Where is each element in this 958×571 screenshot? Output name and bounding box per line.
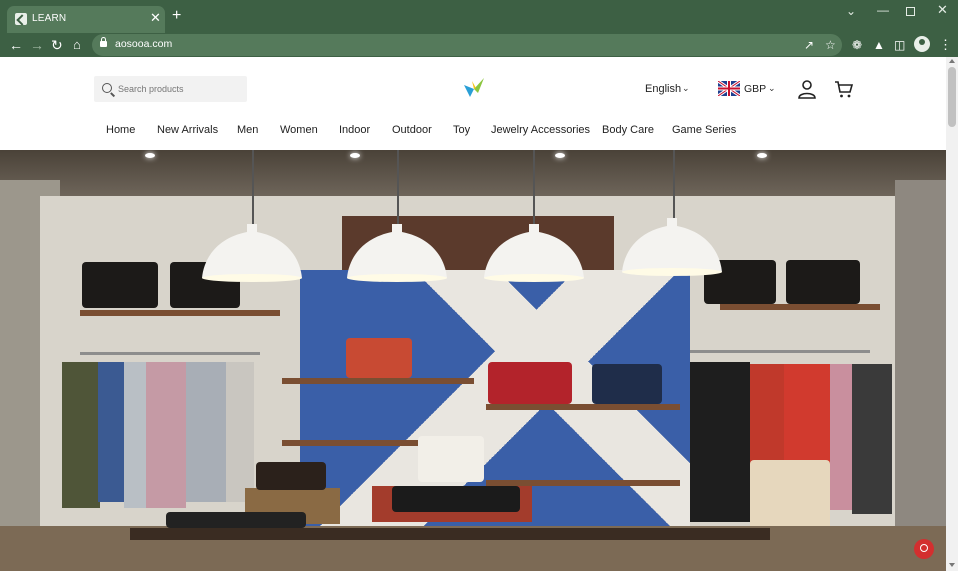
nav-item-men[interactable]: Men <box>237 124 258 136</box>
labs-icon[interactable]: ▲ <box>873 37 885 53</box>
search-icon[interactable] <box>102 83 112 93</box>
share-icon[interactable]: ↗ <box>804 38 814 52</box>
reload-icon[interactable]: ↻ <box>51 37 63 53</box>
extensions-icon[interactable]: ❁ <box>852 37 862 53</box>
search-input[interactable] <box>118 76 243 102</box>
hero-banner-image[interactable] <box>0 150 946 571</box>
search-box[interactable] <box>94 76 247 102</box>
new-tab-button[interactable]: + <box>172 8 181 24</box>
scroll-up-icon[interactable] <box>949 59 955 63</box>
chevron-down-icon[interactable]: ⌄ <box>768 83 776 94</box>
account-icon[interactable] <box>797 79 817 99</box>
browser-tab[interactable]: LEARN ✕ <box>7 6 165 33</box>
help-chat-icon[interactable] <box>914 539 934 559</box>
tab-search-icon[interactable]: ⌄ <box>846 4 856 18</box>
maximize-button[interactable] <box>906 7 915 16</box>
browser-toolbar: ← → ↻ ⌂ aosooa.com ↗ ☆ ❁ ▲ ◫ ⋮ <box>0 33 958 57</box>
nav-item-body-care[interactable]: Body Care <box>602 124 654 136</box>
nav-item-women[interactable]: Women <box>280 124 318 136</box>
minimize-button[interactable]: — <box>877 3 889 17</box>
tab-close-icon[interactable]: ✕ <box>150 10 161 26</box>
nav-item-indoor[interactable]: Indoor <box>339 124 370 136</box>
sidepanel-icon[interactable]: ◫ <box>894 37 905 53</box>
favicon-icon <box>15 13 27 25</box>
nav-item-outdoor[interactable]: Outdoor <box>392 124 432 136</box>
nav-item-home[interactable]: Home <box>106 124 135 136</box>
chevron-down-icon[interactable]: ⌄ <box>682 83 690 94</box>
scroll-down-icon[interactable] <box>949 563 955 567</box>
home-icon[interactable]: ⌂ <box>73 37 81 53</box>
nav-item-game-series[interactable]: Game Series <box>672 124 736 136</box>
profile-icon[interactable] <box>914 36 930 52</box>
url-text[interactable]: aosooa.com <box>115 38 172 50</box>
scroll-thumb[interactable] <box>948 67 956 127</box>
page-scrollbar[interactable] <box>946 57 958 571</box>
currency-selector[interactable]: GBP <box>744 83 766 95</box>
cart-icon[interactable] <box>834 79 854 99</box>
web-page: English ⌄ GBP ⌄ Home New Arrivals Men Wo… <box>0 57 946 571</box>
menu-icon[interactable]: ⋮ <box>939 37 952 53</box>
nav-item-jewelry-accessories[interactable]: Jewelry Accessories <box>491 124 590 136</box>
browser-chrome: LEARN ✕ + ⌄ — ✕ ← → ↻ ⌂ aosooa.com ↗ ☆ ❁… <box>0 0 958 57</box>
lock-icon[interactable] <box>100 37 107 47</box>
close-window-button[interactable]: ✕ <box>937 3 948 17</box>
main-navigation: Home New Arrivals Men Women Indoor Outdo… <box>0 124 946 140</box>
star-icon[interactable]: ☆ <box>825 38 836 52</box>
back-icon[interactable]: ← <box>9 37 23 53</box>
uk-flag-icon[interactable] <box>718 81 740 96</box>
address-bar[interactable]: aosooa.com ↗ ☆ <box>92 34 842 56</box>
tab-title: LEARN <box>32 13 67 24</box>
nav-item-toy[interactable]: Toy <box>453 124 470 136</box>
tab-strip: LEARN ✕ + ⌄ — ✕ <box>0 0 958 33</box>
forward-icon[interactable]: → <box>30 37 44 53</box>
language-selector[interactable]: English <box>645 83 681 95</box>
site-logo[interactable] <box>462 77 486 99</box>
nav-item-new-arrivals[interactable]: New Arrivals <box>157 124 218 136</box>
